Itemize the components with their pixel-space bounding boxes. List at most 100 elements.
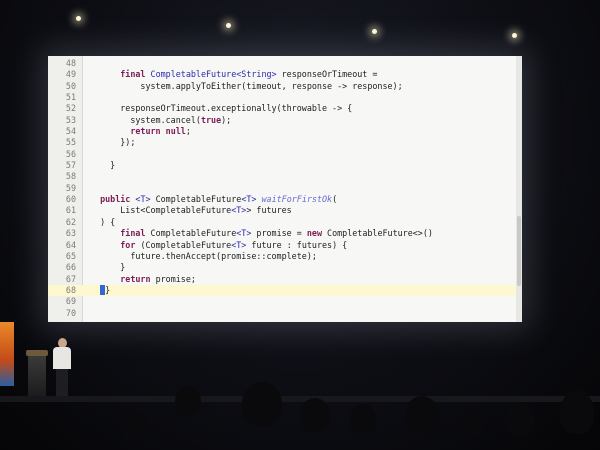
code-token: }); [90,137,136,148]
ceiling-light-icon [76,16,81,21]
code-token: List<CompletableFuture [90,205,232,216]
code-line[interactable]: 69 [48,296,516,307]
ceiling-light-icon [372,29,377,34]
audience-head [350,404,376,434]
code-line[interactable]: 68 } [48,284,516,297]
code-line[interactable]: 66 } [48,262,516,273]
code-line[interactable]: 59 [48,183,516,194]
code-token: future : futures) { [246,239,348,250]
code-line[interactable]: 60 public <T> CompletableFuture<T> waitF… [48,194,516,205]
code-token: promise = [251,228,307,239]
code-token: final [120,228,146,239]
code-token: ; [185,126,191,137]
editor-scrollbar[interactable] [516,56,522,322]
code-token: true [200,114,222,125]
line-number: 66 [65,262,76,273]
code-token: } [105,284,111,295]
code-token: ) { [90,216,116,227]
code-line[interactable]: 56 [48,149,516,160]
line-number: 57 [65,160,76,171]
code-token: ); [221,114,232,125]
audience-head [455,408,483,438]
code-token: system.applyToEither(timeout, response -… [90,80,403,91]
code-token: (CompletableFuture [135,239,232,250]
audience-head [505,402,535,436]
audience-head [560,390,594,434]
line-number: 70 [65,307,76,318]
line-number: 61 [65,205,76,216]
code-line[interactable]: 70 [48,308,516,319]
code-editor[interactable]: 48 49 final CompletableFuture<String> res… [48,58,516,319]
code-line[interactable]: 62 ) { [48,217,516,228]
code-token: <T> [135,194,151,205]
code-line[interactable]: 49 final CompletableFuture<String> respo… [48,69,516,80]
code-token: <T> [236,228,252,239]
line-number: 64 [65,239,76,250]
code-token: CompletableFuture [145,228,237,239]
line-number: 54 [65,126,76,137]
scrollbar-thumb[interactable] [517,216,521,286]
line-number: 68 [65,284,76,295]
line-number: 52 [65,103,76,114]
audience-head [300,398,330,432]
code-line[interactable]: 61 List<CompletableFuture<T>> futures [48,205,516,216]
code-token: responseOrTimeout = [276,69,378,80]
audience-head [120,410,148,440]
code-token: ( [332,194,338,205]
ceiling-light-icon [226,23,231,28]
code-line[interactable]: 48 [48,58,516,69]
code-line[interactable]: 53 system.cancel(true); [48,115,516,126]
code-line[interactable]: 51 [48,92,516,103]
line-number: 49 [65,69,76,80]
code-line[interactable]: 57 } [48,160,516,171]
line-number: 50 [65,80,76,91]
line-number: 62 [65,216,76,227]
code-token: promise; [150,273,196,284]
line-number: 58 [65,171,76,182]
code-line[interactable]: 64 for (CompletableFuture<T> future : fu… [48,240,516,251]
line-number: 65 [65,250,76,261]
audience-head [405,396,439,434]
code-token: responseOrTimeout.exceptionally(throwabl… [90,103,353,114]
audience [0,380,600,450]
ceiling-light-icon [512,33,517,38]
code-line[interactable]: 58 [48,171,516,182]
line-number: 48 [65,58,76,68]
code-line[interactable]: 55 }); [48,137,516,148]
code-token: CompletableFuture [150,194,242,205]
code-token: <T> [241,194,257,205]
code-line[interactable]: 54 return null; [48,126,516,137]
code-line[interactable]: 67 return promise; [48,274,516,285]
line-number: 60 [65,194,76,205]
code-token: final [120,69,146,80]
code-token: future.thenAccept(promise::complete); [90,250,317,261]
code-token: > futures [246,205,292,216]
code-line[interactable]: 63 final CompletableFuture<T> promise = … [48,228,516,239]
line-number: 69 [65,296,76,307]
code-token: for [120,239,136,250]
code-line[interactable]: 52 responseOrTimeout.exceptionally(throw… [48,103,516,114]
code-line[interactable]: 65 future.thenAccept(promise::complete); [48,251,516,262]
code-token: return [130,126,161,137]
code-token: return [120,273,151,284]
code-token: <T> [231,239,247,250]
line-number: 55 [65,137,76,148]
code-token: public [100,194,131,205]
code-token: } [90,160,116,171]
line-number: 67 [65,273,76,284]
code-token: waitForFirstOk [261,194,333,205]
code-token: null [165,126,186,137]
code-line[interactable]: 50 system.applyToEither(timeout, respons… [48,81,516,92]
line-number: 59 [65,182,76,193]
code-token: <T> [231,205,247,216]
conference-banner [0,322,14,386]
projection-screen: 48 49 final CompletableFuture<String> res… [48,56,522,322]
line-number: 56 [65,148,76,159]
audience-head [175,386,201,416]
code-token: system.cancel( [90,114,201,125]
